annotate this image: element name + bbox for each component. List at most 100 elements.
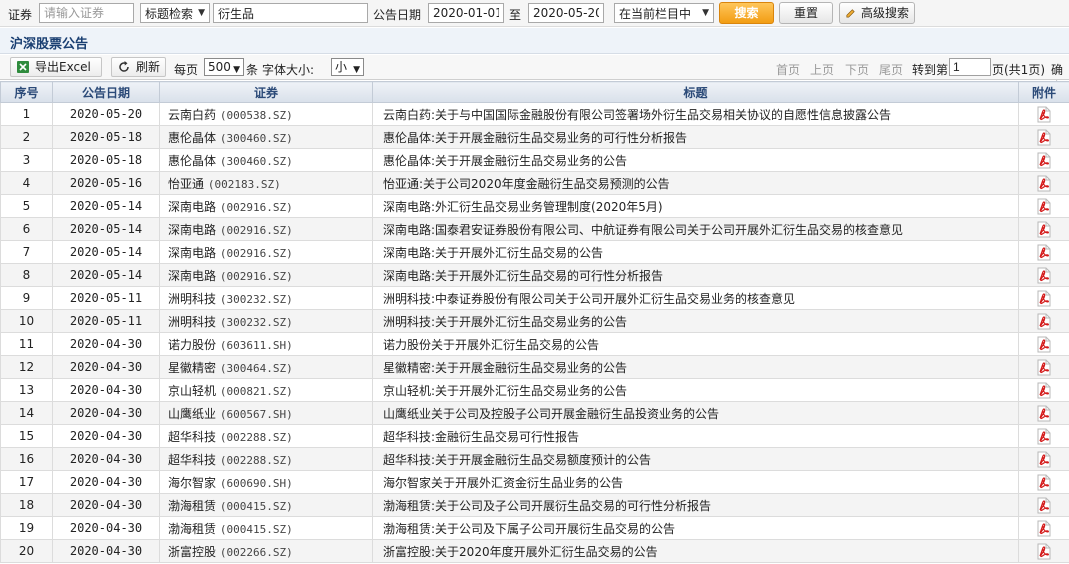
row-title-link[interactable]: 诺力股份关于开展外汇衍生品交易的公告 (372, 332, 1019, 356)
table-row[interactable]: 12 2020-04-30 星徽精密 (300464.SZ) 星徽精密:关于开展金融衍… (0, 355, 1069, 379)
row-security[interactable]: 惠伦晶体 (300460.SZ) (159, 125, 373, 149)
row-title-link[interactable]: 云南白药:关于与中国国际金融股份有限公司签署场外衍生品交易相关协议的自愿性信息披… (372, 102, 1019, 126)
row-title-link[interactable]: 深南电路:关于开展外汇衍生品交易的可行性分析报告 (372, 263, 1019, 287)
row-security[interactable]: 渤海租赁 (000415.SZ) (159, 516, 373, 540)
row-security[interactable]: 超华科技 (002288.SZ) (159, 424, 373, 448)
row-title-link[interactable]: 渤海租赁:关于公司及下属子公司开展衍生品交易的公告 (372, 516, 1019, 540)
security-name[interactable]: 星徽精密 (168, 361, 216, 375)
row-attachment[interactable] (1018, 401, 1069, 425)
refresh-button[interactable]: 刷新 (111, 57, 166, 77)
security-name[interactable]: 山鹰纸业 (168, 407, 216, 421)
security-name[interactable]: 洲明科技 (168, 292, 216, 306)
row-security[interactable]: 星徽精密 (300464.SZ) (159, 355, 373, 379)
row-security[interactable]: 超华科技 (002288.SZ) (159, 447, 373, 471)
header-seq[interactable]: 序号 (0, 81, 53, 103)
search-mode-select[interactable]: 标题检索 ▼ (140, 3, 210, 23)
row-attachment[interactable] (1018, 493, 1069, 517)
row-attachment[interactable] (1018, 378, 1069, 402)
next-page-link[interactable]: 下页 (845, 61, 869, 78)
row-title-link[interactable]: 深南电路:外汇衍生品交易业务管理制度(2020年5月) (372, 194, 1019, 218)
row-security[interactable]: 诺力股份 (603611.SH) (159, 332, 373, 356)
per-page-select[interactable]: 500 ▼ (204, 58, 244, 76)
table-row[interactable]: 9 2020-05-11 洲明科技 (300232.SZ) 洲明科技:中泰证券股份有限… (0, 286, 1069, 310)
row-title-link[interactable]: 京山轻机:关于开展外汇衍生品交易业务的公告 (372, 378, 1019, 402)
table-row[interactable]: 10 2020-05-11 洲明科技 (300232.SZ) 洲明科技:关于开展外汇衍… (0, 309, 1069, 333)
row-security[interactable]: 怡亚通 (002183.SZ) (159, 171, 373, 195)
table-row[interactable]: 1 2020-05-20 云南白药 (000538.SZ) 云南白药:关于与中国国际金… (0, 102, 1069, 126)
table-row[interactable]: 11 2020-04-30 诺力股份 (603611.SH) 诺力股份关于开展外汇衍生… (0, 332, 1069, 356)
row-security[interactable]: 深南电路 (002916.SZ) (159, 194, 373, 218)
row-security[interactable]: 洲明科技 (300232.SZ) (159, 309, 373, 333)
security-name[interactable]: 京山轻机 (168, 384, 216, 398)
row-title-link[interactable]: 超华科技:金融衍生品交易可行性报告 (372, 424, 1019, 448)
security-name[interactable]: 怡亚通 (168, 177, 204, 191)
security-name[interactable]: 深南电路 (168, 246, 216, 260)
security-name[interactable]: 深南电路 (168, 223, 216, 237)
table-row[interactable]: 2 2020-05-18 惠伦晶体 (300460.SZ) 惠伦晶体:关于开展金融衍生… (0, 125, 1069, 149)
row-title-link[interactable]: 洲明科技:中泰证券股份有限公司关于公司开展外汇衍生品交易业务的核查意见 (372, 286, 1019, 310)
table-row[interactable]: 3 2020-05-18 惠伦晶体 (300460.SZ) 惠伦晶体:关于开展金融衍生… (0, 148, 1069, 172)
row-attachment[interactable] (1018, 424, 1069, 448)
table-row[interactable]: 8 2020-05-14 深南电路 (002916.SZ) 深南电路:关于开展外汇衍生… (0, 263, 1069, 287)
row-attachment[interactable] (1018, 470, 1069, 494)
security-name[interactable]: 超华科技 (168, 430, 216, 444)
table-row[interactable]: 19 2020-04-30 渤海租赁 (000415.SZ) 渤海租赁:关于公司及下属… (0, 516, 1069, 540)
first-page-link[interactable]: 首页 (776, 61, 800, 78)
row-title-link[interactable]: 惠伦晶体:关于开展金融衍生品交易业务的可行性分析报告 (372, 125, 1019, 149)
row-security[interactable]: 深南电路 (002916.SZ) (159, 217, 373, 241)
row-security[interactable]: 山鹰纸业 (600567.SH) (159, 401, 373, 425)
font-size-select[interactable]: 小 ▼ (331, 58, 364, 76)
row-attachment[interactable] (1018, 148, 1069, 172)
row-attachment[interactable] (1018, 447, 1069, 471)
security-name[interactable]: 超华科技 (168, 453, 216, 467)
row-attachment[interactable] (1018, 309, 1069, 333)
advanced-search-button[interactable]: 高级搜索 (839, 2, 915, 24)
security-name[interactable]: 诺力股份 (168, 338, 216, 352)
security-name[interactable]: 深南电路 (168, 269, 216, 283)
last-page-link[interactable]: 尾页 (879, 61, 903, 78)
export-excel-button[interactable]: 导出Excel (10, 57, 102, 77)
reset-button[interactable]: 重置 (779, 2, 833, 24)
scope-select[interactable]: 在当前栏目中 ▼ (614, 3, 714, 23)
row-title-link[interactable]: 海尔智家关于开展外汇资金衍生品业务的公告 (372, 470, 1019, 494)
row-security[interactable]: 浙富控股 (002266.SZ) (159, 539, 373, 563)
table-row[interactable]: 14 2020-04-30 山鹰纸业 (600567.SH) 山鹰纸业关于公司及控股子… (0, 401, 1069, 425)
prev-page-link[interactable]: 上页 (810, 61, 834, 78)
table-row[interactable]: 18 2020-04-30 渤海租赁 (000415.SZ) 渤海租赁:关于公司及子公… (0, 493, 1069, 517)
row-title-link[interactable]: 山鹰纸业关于公司及控股子公司开展金融衍生品投资业务的公告 (372, 401, 1019, 425)
row-security[interactable]: 洲明科技 (300232.SZ) (159, 286, 373, 310)
row-attachment[interactable] (1018, 171, 1069, 195)
row-security[interactable]: 海尔智家 (600690.SH) (159, 470, 373, 494)
row-title-link[interactable]: 洲明科技:关于开展外汇衍生品交易业务的公告 (372, 309, 1019, 333)
table-row[interactable]: 16 2020-04-30 超华科技 (002288.SZ) 超华科技:关于开展金融衍… (0, 447, 1069, 471)
row-attachment[interactable] (1018, 516, 1069, 540)
row-security[interactable]: 云南白药 (000538.SZ) (159, 102, 373, 126)
row-security[interactable]: 深南电路 (002916.SZ) (159, 240, 373, 264)
row-title-link[interactable]: 深南电路:关于开展外汇衍生品交易的公告 (372, 240, 1019, 264)
table-row[interactable]: 7 2020-05-14 深南电路 (002916.SZ) 深南电路:关于开展外汇衍生… (0, 240, 1069, 264)
header-title[interactable]: 标题 (372, 81, 1019, 103)
row-title-link[interactable]: 怡亚通:关于公司2020年度金融衍生品交易预测的公告 (372, 171, 1019, 195)
table-row[interactable]: 13 2020-04-30 京山轻机 (000821.SZ) 京山轻机:关于开展外汇衍… (0, 378, 1069, 402)
row-attachment[interactable] (1018, 102, 1069, 126)
row-attachment[interactable] (1018, 217, 1069, 241)
date-from-input[interactable] (428, 3, 504, 23)
security-name[interactable]: 洲明科技 (168, 315, 216, 329)
goto-page-input[interactable] (949, 58, 991, 76)
table-row[interactable]: 6 2020-05-14 深南电路 (002916.SZ) 深南电路:国泰君安证券股份… (0, 217, 1069, 241)
security-name[interactable]: 深南电路 (168, 200, 216, 214)
row-security[interactable]: 京山轻机 (000821.SZ) (159, 378, 373, 402)
row-attachment[interactable] (1018, 240, 1069, 264)
table-row[interactable]: 15 2020-04-30 超华科技 (002288.SZ) 超华科技:金融衍生品交易… (0, 424, 1069, 448)
date-to-input[interactable] (528, 3, 604, 23)
row-title-link[interactable]: 浙富控股:关于2020年度开展外汇衍生品交易的公告 (372, 539, 1019, 563)
row-attachment[interactable] (1018, 194, 1069, 218)
row-attachment[interactable] (1018, 263, 1069, 287)
table-row[interactable]: 4 2020-05-16 怡亚通 (002183.SZ) 怡亚通:关于公司2020年度… (0, 171, 1069, 195)
security-name[interactable]: 惠伦晶体 (168, 154, 216, 168)
table-row[interactable]: 20 2020-04-30 浙富控股 (002266.SZ) 浙富控股:关于2020年… (0, 539, 1069, 563)
row-security[interactable]: 渤海租赁 (000415.SZ) (159, 493, 373, 517)
table-row[interactable]: 17 2020-04-30 海尔智家 (600690.SH) 海尔智家关于开展外汇资金… (0, 470, 1069, 494)
security-name[interactable]: 海尔智家 (168, 476, 216, 490)
table-row[interactable]: 5 2020-05-14 深南电路 (002916.SZ) 深南电路:外汇衍生品交易业… (0, 194, 1069, 218)
